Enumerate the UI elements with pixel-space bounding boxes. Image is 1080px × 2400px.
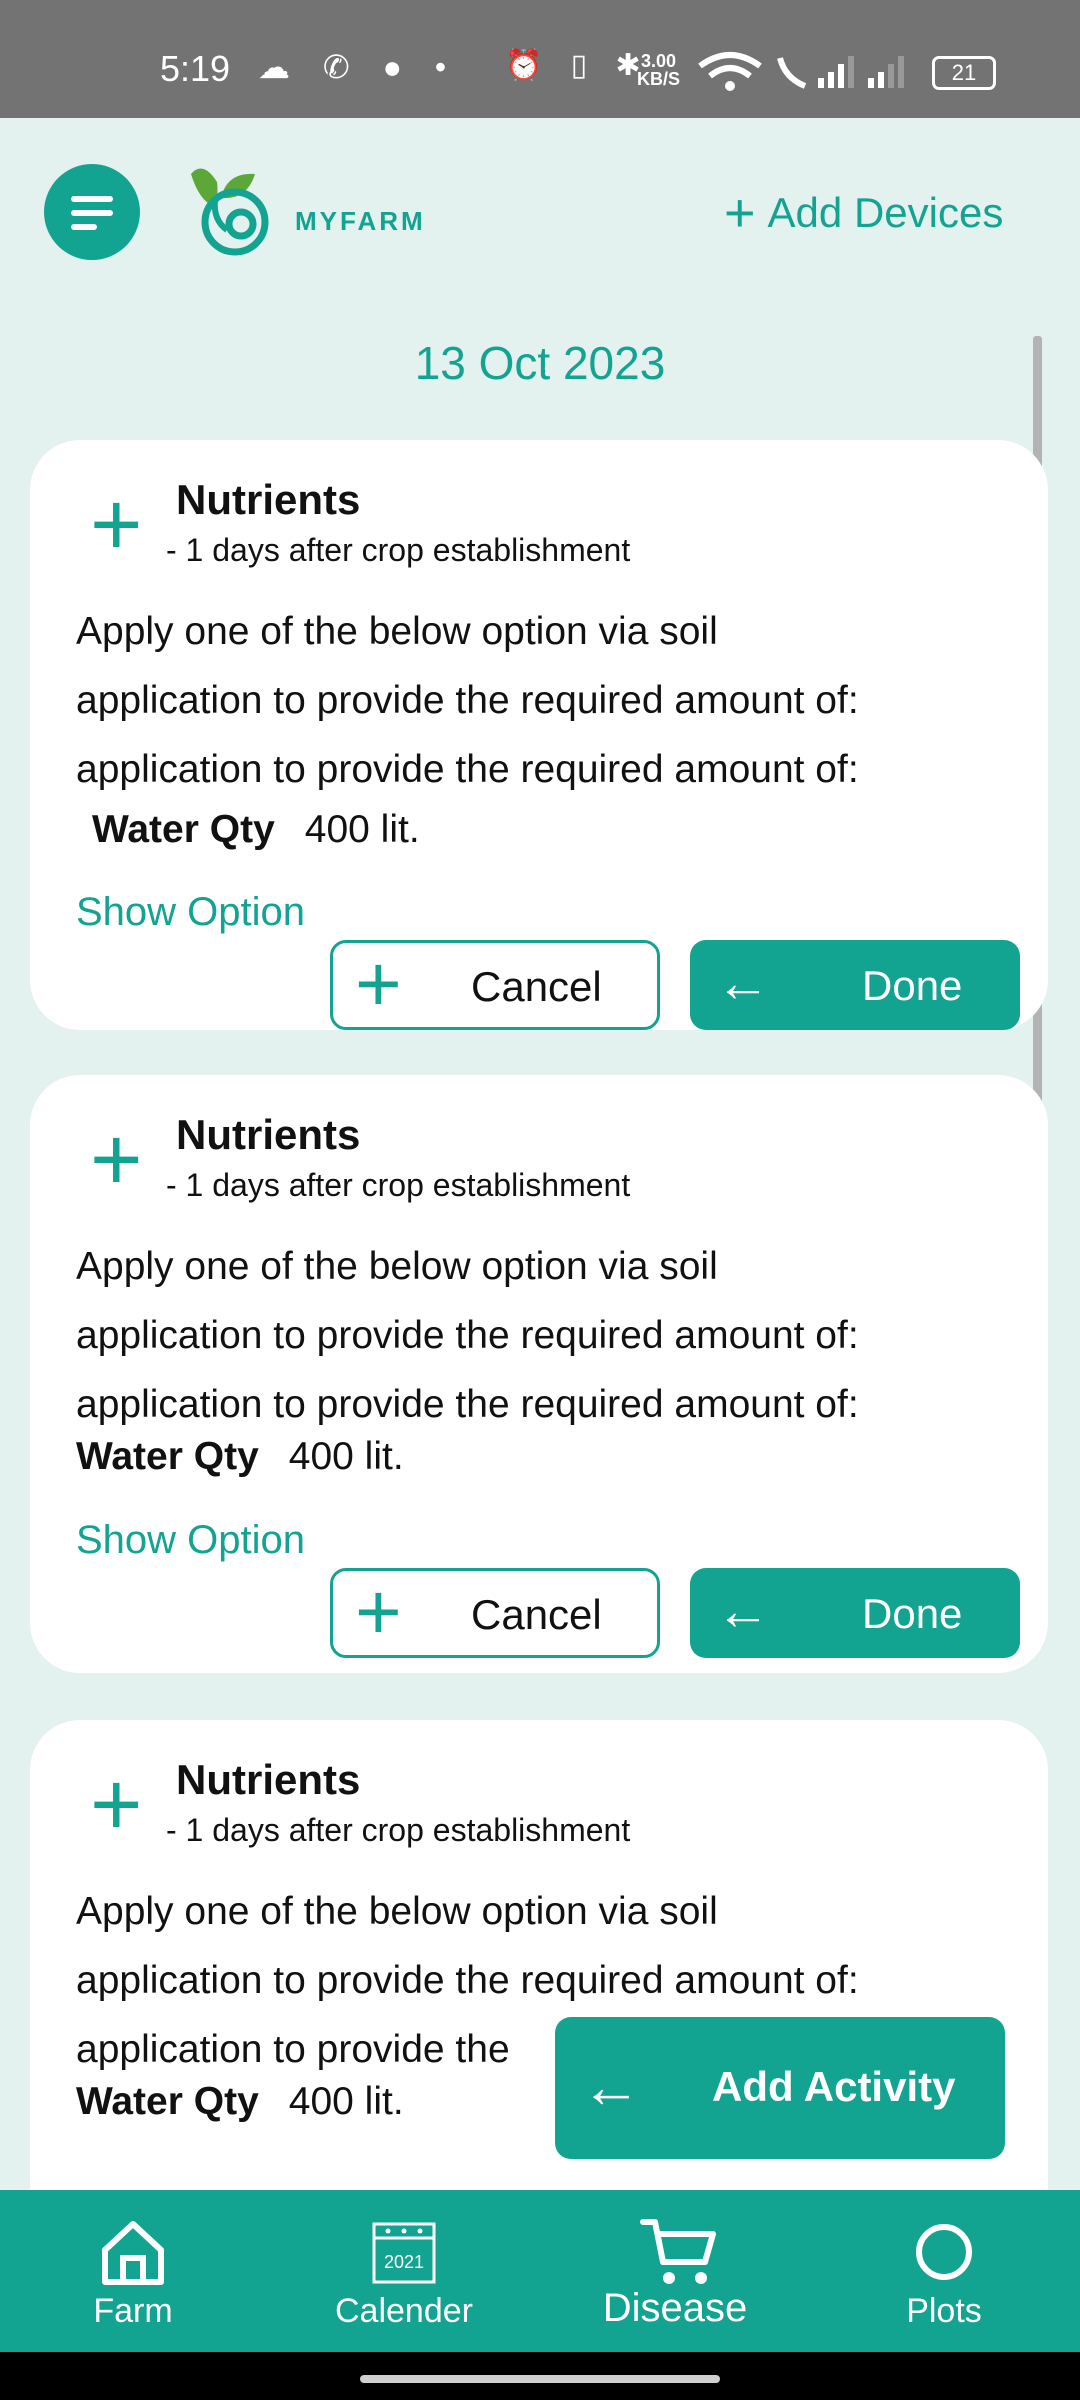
- schedule-date: 13 Oct 2023: [414, 337, 666, 389]
- water-qty-label: Water Qty: [92, 808, 275, 851]
- water-qty-value: 400 lit.: [304, 808, 420, 851]
- water-qty-value: 400 lit.: [288, 1435, 404, 1478]
- home-icon: [102, 2221, 164, 2285]
- plus-icon: +: [355, 939, 402, 1028]
- arrow-left-icon: ←: [716, 1581, 770, 1641]
- card-title: Nutrients: [176, 1756, 361, 1803]
- gesture-bar: [0, 2352, 1080, 2400]
- network-speed-value: 3.00: [640, 51, 677, 71]
- done-button[interactable]: ← Done: [690, 1568, 1020, 1658]
- show-option-link[interactable]: Show Option: [76, 890, 305, 935]
- cart-icon: [640, 2219, 716, 2284]
- expand-plus-icon[interactable]: +: [90, 1115, 143, 1205]
- notification-icons: ☁ ✆ ● •: [258, 49, 459, 85]
- water-qty: Water Qty 400 lit.: [92, 808, 420, 852]
- nav-label: Disease: [602, 2286, 748, 2330]
- cancel-label: Cancel: [471, 1591, 602, 1638]
- cancel-button[interactable]: + Cancel: [330, 939, 660, 1030]
- plus-icon: +: [355, 1567, 402, 1656]
- status-bar: 5:19 ☁ ✆ ● • ⏰ ▯ ✱ 3.00 KB/S 21: [0, 0, 1080, 118]
- add-devices-button[interactable]: + Add Devices: [724, 182, 1003, 244]
- nav-label: Plots: [906, 2292, 982, 2330]
- menu-button[interactable]: [44, 164, 140, 260]
- water-qty-value: 400 lit.: [288, 2080, 404, 2123]
- card-title: Nutrients: [176, 1111, 361, 1158]
- status-time: 5:19: [160, 48, 231, 89]
- card-title: Nutrients: [176, 476, 361, 523]
- signal-icons: [698, 52, 904, 91]
- nav-item-farm[interactable]: Farm: [33, 2190, 233, 2352]
- card-description-line: application to provide the required amou…: [76, 679, 859, 722]
- card-description-line: application to provide the required amou…: [76, 748, 859, 791]
- bottom-nav: Farm 2021 Calender Disease Plots: [0, 2190, 1080, 2352]
- expand-plus-icon[interactable]: +: [90, 480, 143, 570]
- water-qty-label: Water Qty: [76, 2080, 259, 2123]
- myfarm-logo-icon: [191, 168, 269, 256]
- add-activity-button[interactable]: ← Add Activity: [555, 2017, 1005, 2159]
- nav-item-calender[interactable]: 2021 Calender: [304, 2190, 504, 2352]
- show-option-link[interactable]: Show Option: [76, 1518, 305, 1563]
- add-devices-label: Add Devices: [767, 189, 1004, 236]
- activity-card: + Nutrients - 1 days after crop establis…: [30, 1075, 1048, 1673]
- circle-icon: [916, 2224, 972, 2280]
- done-button[interactable]: ← Done: [690, 940, 1020, 1030]
- cancel-button[interactable]: + Cancel: [330, 1567, 660, 1658]
- arrow-left-icon: ←: [581, 2053, 641, 2120]
- card-description-line: application to provide the required amou…: [76, 1959, 859, 2002]
- water-qty: Water Qty 400 lit.: [76, 1435, 404, 1479]
- card-description-line: Apply one of the below option via soil: [76, 1245, 718, 1288]
- network-speed: 3.00 KB/S: [637, 52, 680, 88]
- card-description-line: application to provide the required amou…: [76, 1383, 859, 1426]
- home-gesture-handle[interactable]: [360, 2375, 720, 2383]
- add-activity-label: Add Activity: [712, 2063, 956, 2110]
- card-description-line: application to provide the required amou…: [76, 1314, 859, 1357]
- activity-card: + Nutrients - 1 days after crop establis…: [30, 440, 1048, 1030]
- cancel-label: Cancel: [471, 963, 602, 1010]
- nav-item-disease[interactable]: Disease: [575, 2190, 775, 2352]
- nav-label: Calender: [335, 2292, 473, 2330]
- calendar-icon: 2021: [372, 2222, 436, 2284]
- logo-text: MYFARM: [295, 206, 426, 236]
- system-icons: ⏰ ▯ ✱: [505, 49, 651, 82]
- plus-icon: +: [724, 183, 756, 243]
- arrow-left-icon: ←: [716, 953, 770, 1013]
- card-subtitle: - 1 days after crop establishment: [166, 1167, 631, 1203]
- card-description-line: application to provide the: [76, 2028, 510, 2071]
- card-description-line: Apply one of the below option via soil: [76, 1890, 718, 1933]
- done-label: Done: [862, 1590, 963, 1637]
- card-description-line: Apply one of the below option via soil: [76, 610, 718, 653]
- app-header: MYFARM + Add Devices: [0, 118, 1080, 308]
- nav-label: Farm: [93, 2292, 173, 2330]
- battery-indicator: 21: [932, 56, 996, 90]
- water-qty-label: Water Qty: [76, 1435, 259, 1478]
- card-subtitle: - 1 days after crop establishment: [166, 532, 631, 568]
- water-qty: Water Qty 400 lit.: [76, 2080, 404, 2124]
- card-subtitle: - 1 days after crop establishment: [166, 1812, 631, 1848]
- done-label: Done: [862, 962, 963, 1009]
- calendar-icon-year: 2021: [384, 2252, 424, 2272]
- network-speed-unit: KB/S: [637, 69, 681, 89]
- expand-plus-icon[interactable]: +: [90, 1760, 143, 1850]
- menu-icon: [71, 196, 113, 202]
- nav-item-plots[interactable]: Plots: [844, 2190, 1044, 2352]
